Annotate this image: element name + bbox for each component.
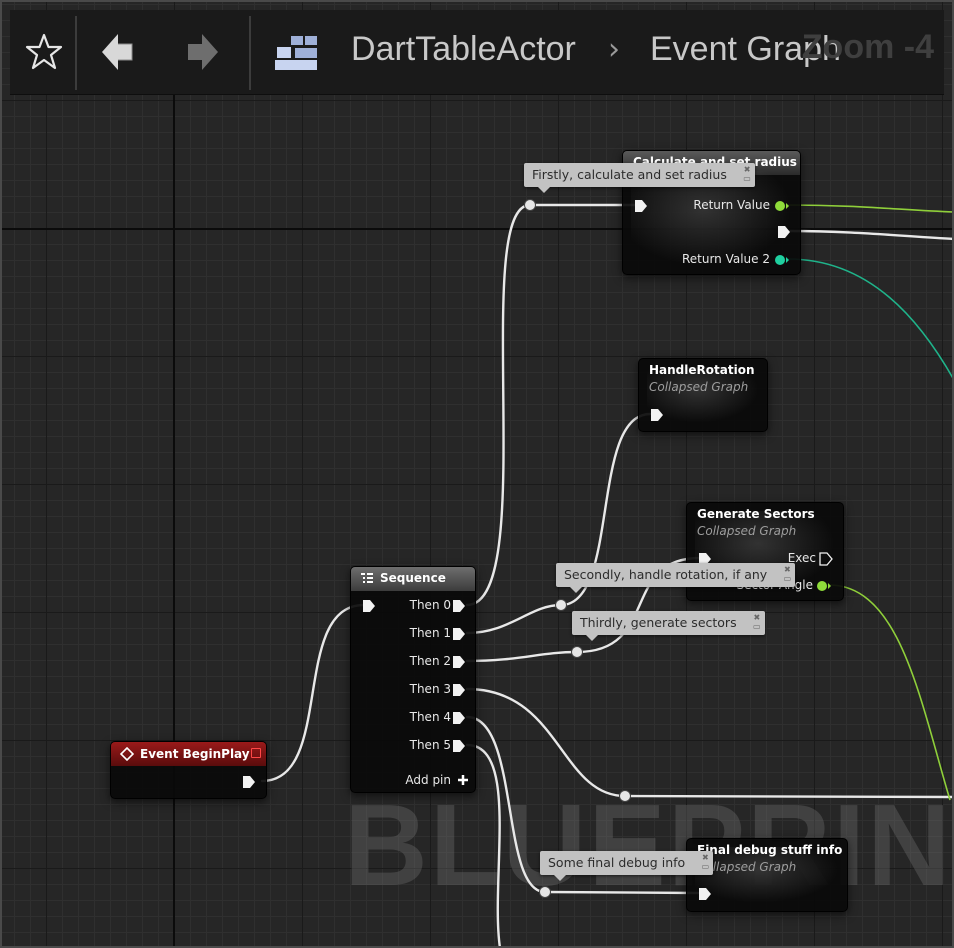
float-output-pin[interactable] — [816, 579, 832, 593]
comment-pin-icon[interactable]: ✖ ▭ — [702, 853, 710, 871]
plus-icon — [458, 775, 468, 785]
exec-output-pin-then-3[interactable] — [452, 683, 466, 697]
wire-return-value-float — [787, 204, 954, 213]
class-hierarchy-button[interactable] — [268, 24, 324, 80]
exec-input-pin[interactable] — [362, 599, 376, 613]
event-diamond-icon — [120, 747, 134, 761]
node-subtitle: Collapsed Graph — [649, 380, 749, 394]
wire-reroute-offscreen — [623, 794, 954, 799]
add-pin-label: Add pin — [405, 773, 451, 787]
comment-pin-icon[interactable]: ✖ ▭ — [753, 613, 761, 631]
reroute-knot[interactable] — [571, 646, 583, 658]
comment-bubble-sectors[interactable]: Thirdly, generate sectors ✖ ▭ — [572, 611, 765, 641]
pin-label-then-1: Then 1 — [409, 626, 451, 640]
wire-then4-to-reroute — [465, 715, 547, 894]
exec-output-pin-then-4[interactable] — [452, 711, 466, 725]
sequence-icon — [361, 573, 373, 583]
node-title: Final debug stuff info — [697, 843, 843, 857]
wire-then2-to-reroute — [465, 650, 579, 663]
star-outline-icon — [25, 33, 63, 70]
reroute-knot[interactable] — [619, 790, 631, 802]
wire-then1-to-reroute — [465, 603, 563, 635]
comment-text: Some final debug info — [548, 855, 686, 870]
add-pin-button[interactable]: Add pin — [405, 772, 469, 788]
final-debug-node[interactable]: Final debug stuff info Collapsed Graph — [686, 838, 848, 912]
graph-canvas[interactable]: BLUEPRINT Event BeginP — [0, 0, 954, 948]
wire-layer — [260, 203, 954, 948]
exec-output-pin-empty[interactable] — [819, 552, 833, 566]
exec-output-pin-then-5[interactable] — [452, 739, 466, 753]
graph-toolbar: DartTableActor › Event Graph Zoom -4 — [10, 10, 944, 95]
exec-input-pin[interactable] — [634, 199, 648, 213]
wire-sector-angle-float — [828, 584, 951, 801]
vector-output-pin[interactable] — [774, 253, 790, 267]
exec-output-pin-then-1[interactable] — [452, 627, 466, 641]
toolbar-separator — [249, 16, 251, 90]
event-beginplay-node[interactable]: Event BeginPlay — [110, 741, 267, 799]
exec-input-pin[interactable] — [650, 408, 664, 422]
class-hierarchy-icon — [275, 36, 317, 70]
comment-text: Thirdly, generate sectors — [580, 615, 737, 630]
breadcrumb-parent[interactable]: DartTableActor — [351, 30, 576, 69]
pin-label-then-0: Then 0 — [409, 598, 451, 612]
arrow-right-icon — [188, 34, 218, 70]
delegate-square-icon[interactable] — [251, 748, 261, 758]
favorite-button[interactable] — [16, 24, 72, 80]
sequence-node[interactable]: Sequence Then 0 Then 1 Then 2 Then 3 The… — [350, 566, 476, 793]
node-subtitle: Collapsed Graph — [697, 524, 797, 538]
forward-button[interactable] — [174, 24, 230, 80]
pin-label-return-value-2: Return Value 2 — [681, 252, 770, 266]
comment-bubble-debug[interactable]: Some final debug info ✖ ▭ — [540, 851, 714, 881]
comment-pin-icon[interactable]: ✖ ▭ — [743, 165, 751, 183]
node-title: Event BeginPlay — [140, 747, 250, 761]
wire-then0-to-reroute — [465, 203, 532, 607]
arrow-left-icon — [102, 34, 133, 70]
back-button[interactable] — [90, 24, 146, 80]
wire-beginplay-to-sequence — [260, 603, 366, 783]
breadcrumb-separator: › — [608, 32, 620, 67]
pin-label-then-5: Then 5 — [409, 738, 451, 752]
node-title: Sequence — [380, 571, 446, 585]
exec-output-pin-then-0[interactable] — [452, 599, 466, 613]
zoom-level-label: Zoom -4 — [801, 28, 934, 66]
toolbar-separator — [75, 16, 77, 90]
comment-bubble-radius[interactable]: Firstly, calculate and set radius ✖ ▭ — [524, 163, 755, 193]
pin-label-then-2: Then 2 — [409, 654, 451, 668]
wire-return-value2-vector — [787, 258, 954, 381]
wire-reroute-to-finaldebug — [543, 890, 700, 895]
comment-pin-icon[interactable]: ✖ ▭ — [784, 565, 792, 583]
comment-text: Firstly, calculate and set radius — [532, 167, 727, 182]
exec-input-pin[interactable] — [698, 887, 712, 901]
node-title: Generate Sectors — [697, 507, 815, 521]
reroute-knot[interactable] — [524, 199, 536, 211]
wire-then3-to-reroute — [465, 687, 627, 798]
wire-calculate-exec-out — [788, 229, 954, 241]
reroute-knot[interactable] — [555, 599, 567, 611]
pin-label-then-4: Then 4 — [409, 710, 451, 724]
float-output-pin[interactable] — [774, 199, 790, 213]
exec-output-pin-then-2[interactable] — [452, 655, 466, 669]
exec-output-pin[interactable] — [242, 775, 256, 789]
comment-text: Secondly, handle rotation, if any — [564, 567, 768, 582]
node-title: HandleRotation — [649, 363, 755, 377]
comment-bubble-rotation[interactable]: Secondly, handle rotation, if any ✖ ▭ — [556, 563, 796, 593]
handle-rotation-node[interactable]: HandleRotation Collapsed Graph — [638, 358, 768, 432]
pin-label-return-value: Return Value — [693, 198, 770, 212]
reroute-knot[interactable] — [539, 886, 551, 898]
exec-output-pin[interactable] — [777, 225, 791, 239]
pin-label-then-3: Then 3 — [409, 682, 451, 696]
